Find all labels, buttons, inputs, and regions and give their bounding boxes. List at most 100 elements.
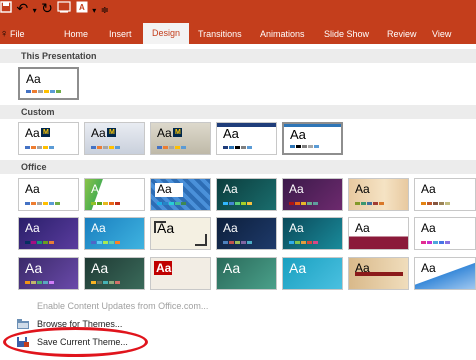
- frame-corner-icon: [195, 234, 207, 246]
- theme-office-slice[interactable]: Aa: [18, 217, 79, 250]
- theme-aa: Aa: [157, 220, 175, 236]
- theme-color-bars: [421, 202, 450, 205]
- tab-home[interactable]: Home: [64, 24, 88, 44]
- theme-current[interactable]: Aa: [18, 67, 79, 100]
- theme-aa: Aa: [223, 260, 241, 276]
- theme-office-mesh[interactable]: Aa: [216, 257, 277, 290]
- theme-color-bars: [25, 241, 54, 244]
- theme-custom-5[interactable]: Aa: [282, 122, 343, 155]
- theme-aa: Aa: [355, 182, 370, 196]
- theme-office-circuit[interactable]: Aa: [216, 217, 277, 250]
- theme-aa: Aa: [156, 261, 172, 275]
- theme-aa: Aa: [26, 72, 41, 86]
- theme-aa: Aa: [223, 126, 239, 141]
- ribbon-header: ↶ ▾ ↻ A ▾ ≑ File Home Insert Design Tran…: [0, 0, 476, 44]
- theme-office-frame[interactable]: Aa: [150, 217, 211, 250]
- theme-custom-2[interactable]: Aa M: [84, 122, 145, 155]
- theme-office-droplet[interactable]: Aa: [282, 257, 343, 290]
- logo-icon: M: [41, 128, 50, 137]
- theme-custom-3[interactable]: Aa M: [150, 122, 211, 155]
- theme-aa: Aa: [25, 182, 40, 196]
- theme-office-retrospect[interactable]: Aa: [414, 178, 476, 211]
- themes-gallery: This Presentation Aa Custom Aa M Aa M Aa…: [0, 44, 476, 360]
- theme-office-gallery[interactable]: Aa: [414, 257, 476, 290]
- theme-aa: Aa: [91, 126, 106, 140]
- undo-icon[interactable]: ↶: [16, 0, 28, 16]
- theme-aa: Aa: [223, 221, 238, 235]
- theme-color-bars: [223, 202, 252, 205]
- theme-aa: Aa: [421, 221, 436, 235]
- svg-text:A: A: [79, 3, 85, 12]
- theme-aa: Aa: [421, 182, 436, 196]
- tab-animations[interactable]: Animations: [260, 24, 305, 44]
- tab-slide-show[interactable]: Slide Show: [324, 24, 369, 44]
- tell-me-icon[interactable]: ♀: [0, 28, 8, 40]
- start-from-beginning-icon[interactable]: [57, 0, 75, 17]
- undo-dropdown-icon[interactable]: ▾: [33, 6, 37, 15]
- theme-color-bars: [91, 146, 120, 149]
- theme-aa: Aa: [91, 182, 106, 196]
- tab-review[interactable]: Review: [387, 24, 417, 44]
- theme-custom-1[interactable]: Aa M: [18, 122, 79, 155]
- present-dropdown-icon[interactable]: ▾: [92, 6, 96, 15]
- customize-icon[interactable]: ≑: [101, 5, 109, 16]
- theme-aa: Aa: [25, 126, 40, 140]
- theme-aa: Aa: [223, 182, 238, 196]
- theme-aa: Aa: [289, 260, 307, 276]
- theme-office-dividend[interactable]: Aa: [348, 257, 409, 290]
- tab-view[interactable]: View: [432, 24, 451, 44]
- theme-office-badge[interactable]: Aa: [84, 257, 145, 290]
- tab-file[interactable]: File: [10, 24, 25, 44]
- theme-aa: Aa: [91, 260, 109, 276]
- tab-insert[interactable]: Insert: [109, 24, 132, 44]
- theme-color-bars: [223, 241, 252, 244]
- theme-office-office[interactable]: Aa: [18, 178, 79, 211]
- theme-color-bars: [157, 146, 186, 149]
- section-custom: Custom: [0, 105, 476, 119]
- theme-color-bars: [223, 146, 252, 149]
- theme-office-organic[interactable]: Aa: [348, 178, 409, 211]
- enable-content-updates-item: Enable Content Updates from Office.com..…: [0, 298, 476, 314]
- theme-color-bars: [25, 146, 54, 149]
- theme-color-bars: [26, 90, 61, 93]
- save-icon[interactable]: [0, 0, 16, 17]
- theme-custom-4[interactable]: Aa: [216, 122, 277, 155]
- theme-office-integral[interactable]: Aa: [150, 178, 211, 211]
- theme-aa: Aa: [290, 127, 306, 142]
- theme-color-bars: [25, 281, 54, 284]
- theme-office-facet[interactable]: Aa: [84, 178, 145, 211]
- theme-office-ion[interactable]: Aa: [282, 178, 343, 211]
- theme-aa: Aa: [355, 261, 370, 275]
- tab-transitions[interactable]: Transitions: [198, 24, 242, 44]
- theme-color-bars: [290, 145, 319, 148]
- theme-color-bars: [25, 202, 60, 205]
- theme-aa: Aa: [289, 182, 304, 196]
- logo-icon: M: [107, 128, 116, 137]
- theme-color-bars: [91, 202, 120, 205]
- theme-office-vapor-trail[interactable]: Aa: [414, 217, 476, 250]
- theme-aa: Aa: [25, 221, 40, 235]
- theme-aa: Aa: [289, 221, 304, 235]
- theme-aa: Aa: [91, 221, 106, 235]
- theme-aa: Aa: [355, 221, 370, 235]
- theme-aa: Aa: [421, 261, 436, 275]
- theme-office-main-event[interactable]: Aa: [348, 217, 409, 250]
- theme-aa: Aa: [157, 182, 172, 196]
- theme-office-ion-boardroom[interactable]: Aa: [216, 178, 277, 211]
- enable-content-updates-label: Enable Content Updates from Office.com..…: [37, 301, 209, 311]
- theme-color-bars: [421, 241, 450, 244]
- theme-office-parallax[interactable]: Aa: [282, 217, 343, 250]
- theme-office-savon[interactable]: Aa: [150, 257, 211, 290]
- theme-color-bars: [355, 202, 384, 205]
- theme-office-wisp[interactable]: Aa: [84, 217, 145, 250]
- highlight-circle: [3, 327, 148, 357]
- theme-color-bars: [91, 241, 120, 244]
- logo-icon: M: [173, 128, 182, 137]
- tab-design[interactable]: Design: [143, 23, 190, 44]
- folder-icon: [16, 318, 30, 330]
- theme-office-berlin[interactable]: Aa: [18, 257, 79, 290]
- section-this-presentation: This Presentation: [0, 49, 476, 63]
- theme-color-bars: [289, 202, 318, 205]
- present-icon[interactable]: A: [76, 0, 92, 17]
- redo-icon[interactable]: ↻: [41, 0, 53, 16]
